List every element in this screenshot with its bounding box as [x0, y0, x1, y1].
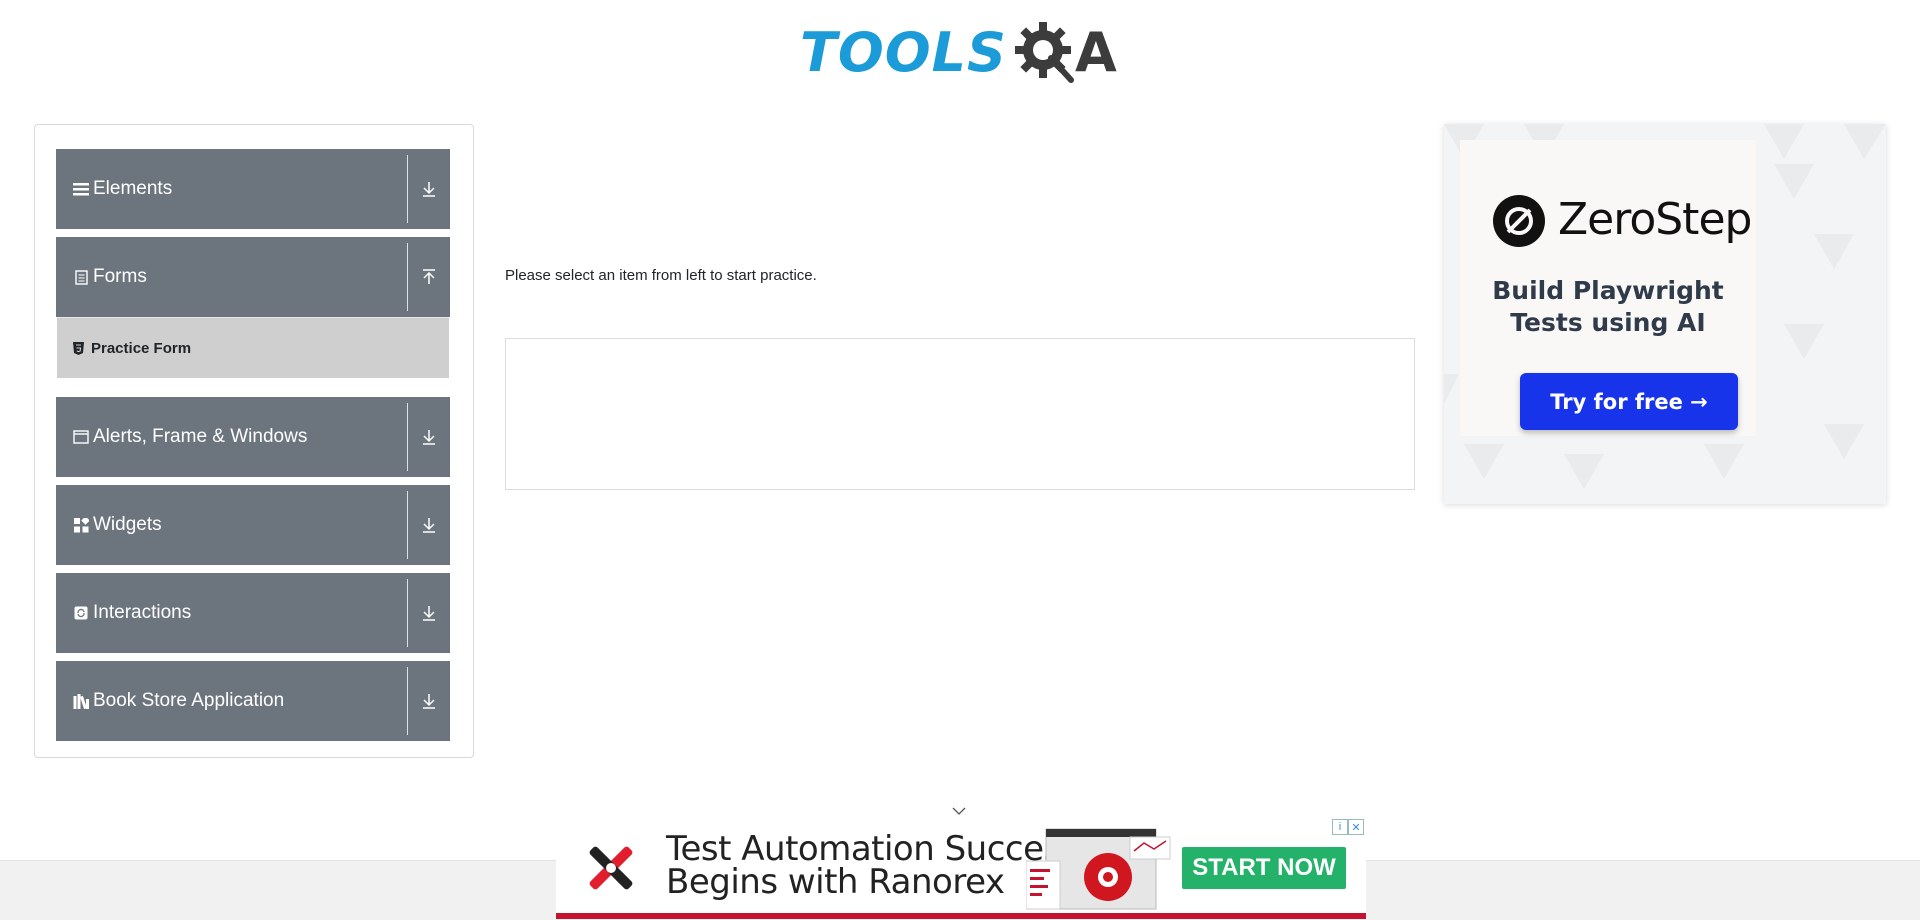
group-label: Forms — [93, 266, 147, 287]
document-icon — [72, 268, 90, 286]
group-header-book-store-application[interactable]: Book Store Application — [56, 661, 450, 741]
logo-text-tools: TOOLS — [800, 21, 1007, 84]
interactions-icon — [72, 604, 90, 622]
zerostep-subtitle-line2: Tests using AI — [1510, 308, 1706, 337]
ad-info-icon[interactable]: i — [1332, 819, 1348, 835]
group-label: Interactions — [93, 602, 192, 623]
sidebar-item-practice-form[interactable]: Practice Form — [57, 317, 449, 378]
download-icon[interactable] — [416, 661, 442, 741]
ranorex-ad-text: Test Automation Success Begins with Rano… — [666, 832, 1078, 902]
group-label: Elements — [93, 178, 173, 199]
start-now-button[interactable]: START NOW — [1182, 847, 1346, 889]
zerostep-brand: ZeroStep — [1558, 194, 1752, 245]
content-placeholder-box — [505, 338, 1415, 490]
group-interactions: Interactions — [56, 573, 450, 653]
group-alerts-frame-windows: Alerts, Frame & Windows — [56, 397, 450, 477]
upload-icon[interactable] — [416, 237, 442, 317]
download-icon[interactable] — [416, 485, 442, 565]
group-label: Alerts, Frame & Windows — [93, 426, 308, 447]
sidebar-item-label: Practice Form — [91, 339, 192, 357]
zerostep-subtitle-line1: Build Playwright — [1492, 276, 1724, 305]
ad-controls: i ✕ — [1332, 819, 1366, 835]
gear-magnifier-icon — [1014, 22, 1074, 83]
zerostep-ad[interactable]: ZeroStep Build Playwright Tests using AI… — [1444, 124, 1886, 504]
group-header-elements[interactable]: Elements — [56, 149, 450, 229]
widgets-icon — [72, 516, 90, 534]
group-header-alerts-frame-windows[interactable]: Alerts, Frame & Windows — [56, 397, 450, 477]
group-label: Book Store Application — [93, 690, 285, 711]
gear-screens-illustration — [1026, 828, 1171, 910]
divider — [407, 579, 408, 647]
group-elements: Elements — [56, 149, 450, 229]
divider — [407, 403, 408, 471]
group-book-store-application: Book Store Application — [56, 661, 450, 741]
download-icon[interactable] — [416, 397, 442, 477]
hamburger-icon — [72, 180, 90, 198]
group-forms: Forms Practice Form — [56, 237, 450, 378]
group-label: Widgets — [93, 514, 162, 535]
html5-icon — [71, 341, 85, 355]
group-header-forms[interactable]: Forms — [56, 237, 450, 317]
download-icon[interactable] — [416, 573, 442, 653]
group-widgets: Widgets — [56, 485, 450, 565]
left-panel: Elements Forms Practice Form Alerts, Fra… — [34, 124, 474, 758]
try-for-free-button[interactable]: Try for free → — [1520, 373, 1738, 430]
download-icon[interactable] — [416, 149, 442, 229]
chevron-down-icon[interactable] — [951, 805, 967, 817]
divider — [407, 243, 408, 311]
ranorex-ad-banner[interactable]: Test Automation Success Begins with Rano… — [556, 819, 1366, 919]
divider — [407, 155, 408, 223]
zerostep-card: ZeroStep Build Playwright Tests using AI… — [1460, 140, 1756, 436]
divider — [407, 491, 408, 559]
divider — [407, 667, 408, 735]
group-header-widgets[interactable]: Widgets — [56, 485, 450, 565]
forms-submenu: Practice Form — [56, 317, 450, 378]
toolsqa-logo[interactable]: TOOLS A — [800, 16, 1117, 90]
books-icon — [72, 692, 90, 710]
tools-cross-icon — [589, 846, 633, 890]
logo-text-a: A — [1074, 21, 1117, 84]
zerostep-logo-icon — [1493, 195, 1545, 247]
ranorex-ad-line2: Begins with Ranorex — [666, 862, 1005, 902]
group-header-interactions[interactable]: Interactions — [56, 573, 450, 653]
ad-close-icon[interactable]: ✕ — [1348, 819, 1364, 835]
window-icon — [72, 428, 90, 446]
instruction-text: Please select an item from left to start… — [505, 267, 817, 284]
zerostep-subtitle: Build Playwright Tests using AI — [1460, 275, 1756, 339]
